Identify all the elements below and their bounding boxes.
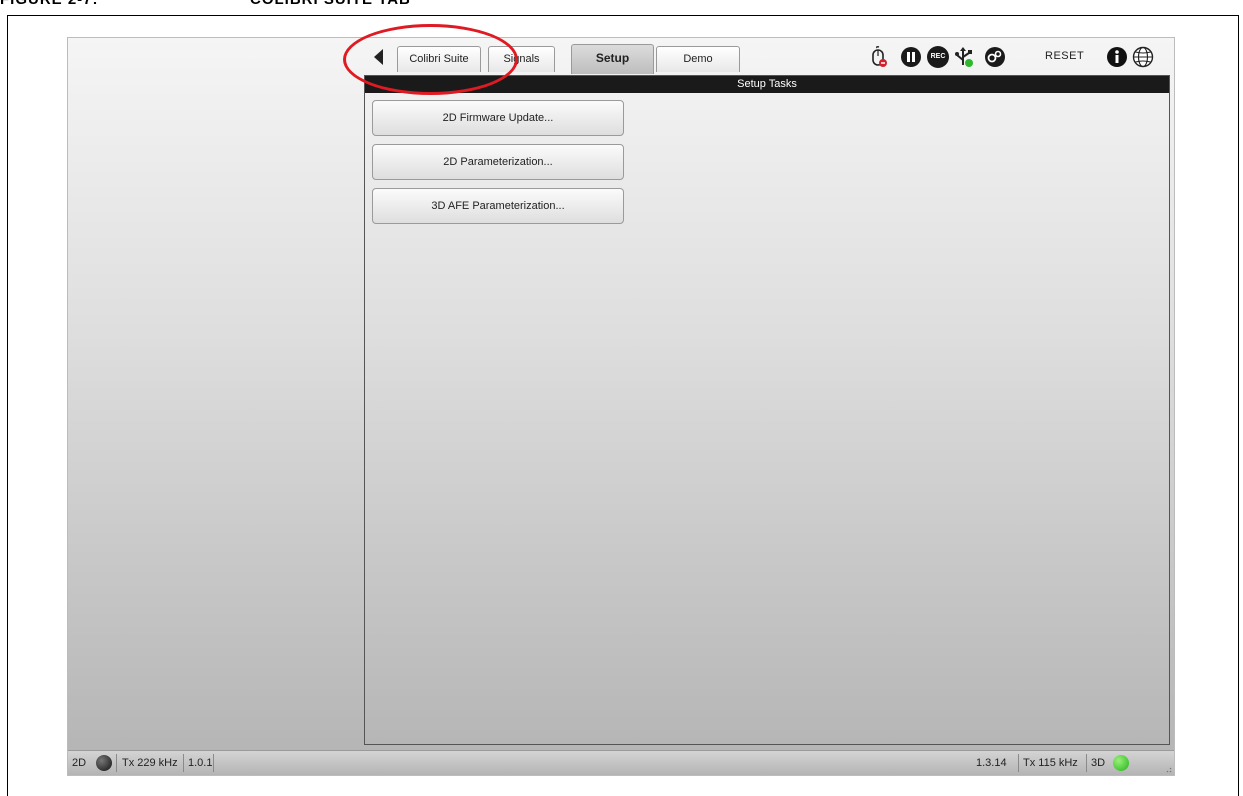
mouse-icon[interactable] — [868, 46, 890, 68]
left-frequency: Tx 229 kHz — [122, 757, 178, 769]
back-arrow-icon[interactable] — [374, 49, 383, 65]
divider — [213, 754, 214, 772]
tab-setup[interactable]: Setup — [571, 44, 654, 74]
divider — [1018, 754, 1019, 772]
record-icon[interactable]: REC — [927, 46, 949, 68]
firmware-update-button[interactable]: 2D Firmware Update... — [372, 100, 624, 136]
status-bar: 2D Tx 229 kHz 1.0.1 1.3.14 Tx 115 kHz 3D — [68, 750, 1174, 775]
tab-demo[interactable]: Demo — [656, 46, 740, 72]
globe-icon[interactable] — [1132, 46, 1154, 68]
usb-icon[interactable] — [953, 46, 975, 68]
right-frequency: Tx 115 kHz — [1023, 757, 1078, 769]
top-toolbar: Colibri Suite Signals Setup Demo REC RES… — [68, 38, 1174, 74]
divider — [183, 754, 184, 772]
left-mode-label: 2D — [72, 757, 87, 769]
setup-panel: Setup Tasks 2D Firmware Update... 2D Par… — [364, 75, 1170, 745]
section-header: Setup Tasks — [365, 76, 1169, 93]
settings-gears-icon[interactable] — [984, 46, 1006, 68]
tab-colibri-suite[interactable]: Colibri Suite — [397, 46, 481, 72]
2d-parameterization-button[interactable]: 2D Parameterization... — [372, 144, 624, 180]
tab-signals[interactable]: Signals — [488, 46, 555, 72]
right-status-led-icon — [1113, 755, 1129, 771]
left-status-led-icon — [96, 755, 112, 771]
record-label: REC — [930, 53, 946, 60]
left-version: 1.0.1 — [188, 757, 213, 769]
right-version: 1.3.14 — [976, 757, 1007, 769]
figure-caption: FIGURE 2-7:COLIBRI SUITE TAB — [0, 0, 411, 9]
divider — [1086, 754, 1087, 772]
divider — [116, 754, 117, 772]
figure-label: FIGURE 2-7: — [0, 0, 250, 8]
figure-title: COLIBRI SUITE TAB — [250, 0, 411, 8]
pause-icon[interactable] — [900, 46, 922, 68]
right-mode-label: 3D — [1091, 757, 1106, 769]
3d-afe-parameterization-button[interactable]: 3D AFE Parameterization... — [372, 188, 624, 224]
app-window: Colibri Suite Signals Setup Demo REC RES… — [67, 37, 1175, 776]
info-icon[interactable] — [1106, 46, 1128, 68]
reset-button[interactable]: RESET — [1045, 50, 1084, 66]
resize-grip-icon[interactable] — [1164, 765, 1172, 773]
